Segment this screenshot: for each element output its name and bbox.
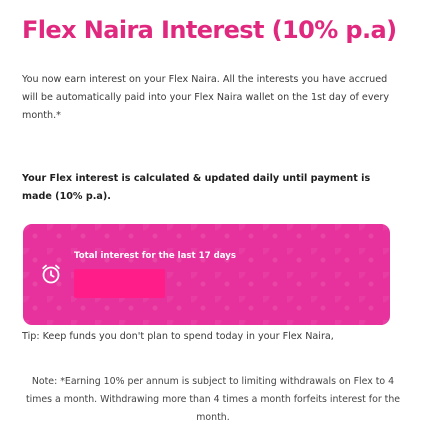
interest-period-label: Total interest for the last 17 days	[74, 251, 236, 261]
intro-text: You now earn interest on your Flex Naira…	[22, 74, 390, 121]
interest-summary-card: Total interest for the last 17 days	[23, 224, 390, 325]
tip-text: Tip: Keep funds you don't plan to spend …	[22, 331, 334, 342]
alarm-clock-icon	[39, 262, 63, 286]
page-title: Flex Naira Interest (10% p.a)	[22, 16, 397, 44]
footnote-text: Note: *Earning 10% per annum is subject …	[25, 376, 401, 423]
calculation-note: Your Flex interest is calculated & updat…	[22, 173, 371, 202]
interest-amount-value	[74, 269, 165, 298]
